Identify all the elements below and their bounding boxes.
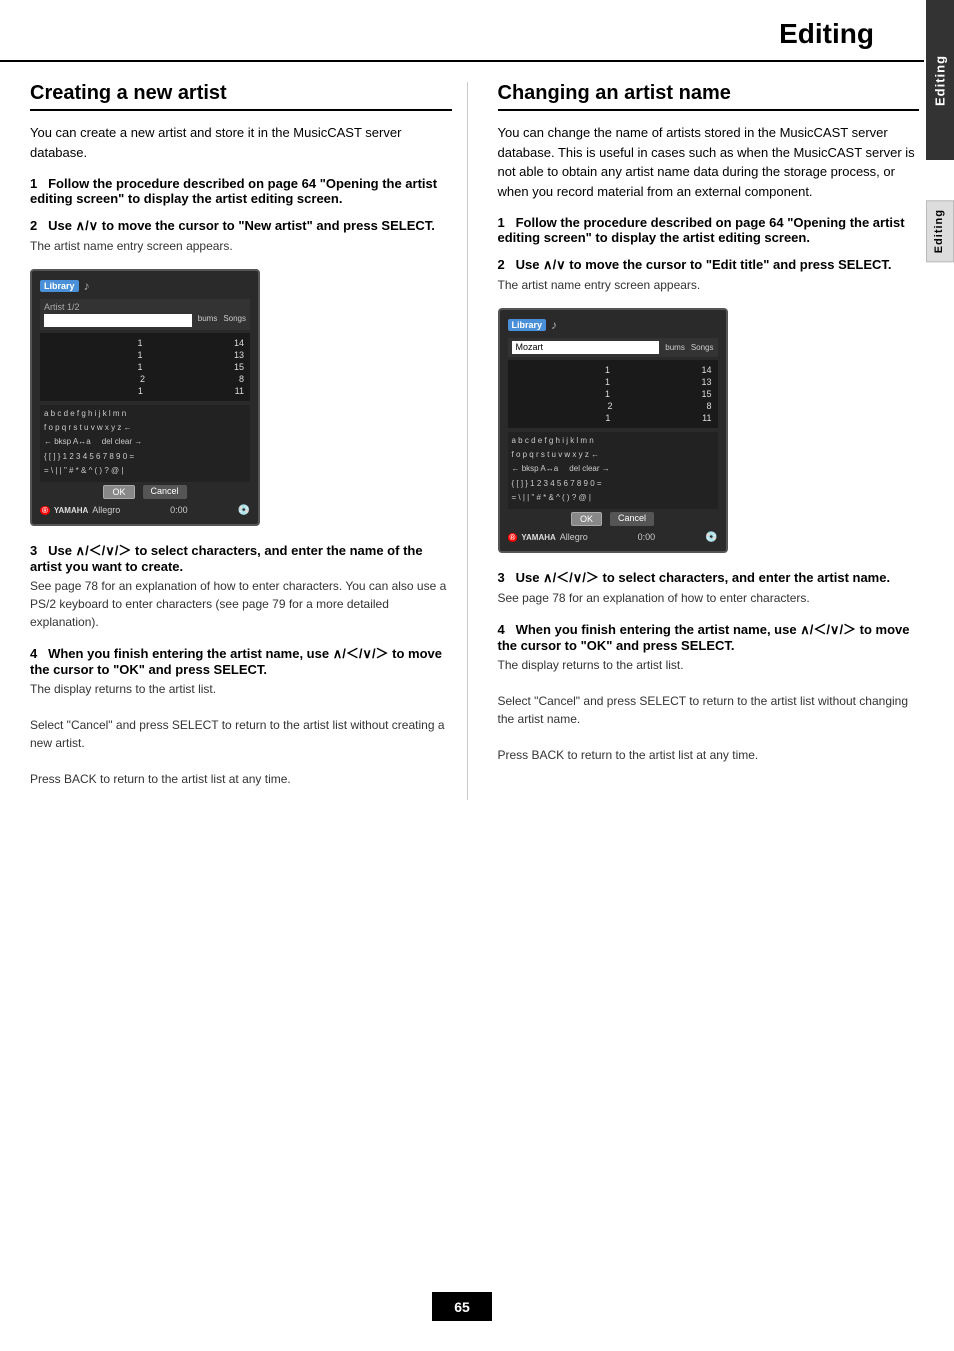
left-list-row-2: 113 (44, 349, 246, 361)
right-screen-list: 114 113 115 28 111 (508, 360, 718, 428)
left-step-1-number: 1 (30, 176, 44, 191)
right-time-display: 0:00 (638, 532, 656, 542)
right-screen-col-headers: bums Songs (665, 343, 713, 352)
left-step-2: 2 Use ∧/∨ to move the cursor to "New art… (30, 218, 452, 255)
right-step-1-title: Follow the procedure described on page 6… (498, 215, 905, 245)
left-list-row-1: 114 (44, 337, 246, 349)
right-step-3-desc: See page 78 for an explanation of how to… (498, 589, 920, 607)
right-step-1-number: 1 (498, 215, 512, 230)
left-yamaha-logo: YAMAHA (54, 506, 88, 515)
left-screen-music-icon: ♪ (84, 279, 90, 293)
left-cancel-button[interactable]: Cancel (143, 485, 187, 499)
left-step-2-desc: The artist name entry screen appears. (30, 237, 452, 255)
editing-tab: Editing (926, 0, 954, 160)
left-step-4-desc: The display returns to the artist list.S… (30, 680, 452, 788)
right-list-row-3: 115 (512, 388, 714, 400)
left-step-3-number: 3 (30, 543, 44, 558)
left-ok-button[interactable]: OK (103, 485, 134, 499)
right-column: Changing an artist name You can change t… (488, 82, 920, 800)
left-step-2-number: 2 (30, 218, 44, 233)
left-column: Creating a new artist You can create a n… (30, 82, 468, 800)
left-screen-input (44, 314, 192, 327)
right-list-row-4: 28 (512, 400, 714, 412)
right-step-2-number: 2 (498, 257, 512, 272)
left-intro: You can create a new artist and store it… (30, 123, 452, 162)
left-list-row-5: 111 (44, 385, 246, 397)
right-char-row-4: { [ ] } 1 2 3 4 5 6 7 8 9 0 = (512, 478, 714, 489)
right-screen-input: Mozart (512, 341, 660, 354)
right-step-2-title: Use ∧/∨ to move the cursor to "Edit titl… (516, 257, 892, 272)
left-char-row-5: = \ | | " # * & ^ ( ) ? @ | (44, 465, 246, 476)
left-char-row-4: { [ ] } 1 2 3 4 5 6 7 8 9 0 = (44, 451, 246, 462)
right-step-3: 3 Use ∧/＜/∨/＞ to select characters, and … (498, 567, 920, 607)
left-step-4-title: When you finish entering the artist name… (30, 646, 442, 677)
left-screen-col-headers: bums Songs (198, 314, 246, 327)
right-step-3-number: 3 (498, 570, 512, 585)
right-section-title: Changing an artist name (498, 82, 920, 111)
right-model-label: Allegro (560, 532, 588, 542)
left-step-3-desc: See page 78 for an explanation of how to… (30, 577, 452, 631)
left-model-label: Allegro (92, 505, 120, 515)
right-screen-music-icon: ♪ (551, 318, 557, 332)
left-screen-list: 114 113 115 28 111 (40, 333, 250, 401)
right-list-row-1: 114 (512, 364, 714, 376)
left-screen-logo: Library (40, 280, 79, 292)
left-step-2-title: Use ∧/∨ to move the cursor to "New artis… (48, 218, 435, 233)
page-title: Editing (0, 0, 924, 62)
right-screen-logo: Library (508, 319, 547, 331)
right-step-3-title: Use ∧/＜/∨/＞ to select characters, and en… (516, 570, 891, 585)
right-step-1: 1 Follow the procedure described on page… (498, 215, 920, 245)
right-disc-icon: 💿 (705, 532, 717, 543)
page-number: 65 (432, 1292, 492, 1321)
right-step-4-title: When you finish entering the artist name… (498, 622, 910, 653)
left-char-row-2: f o p q r s t u v w x y z ← (44, 422, 246, 433)
right-step-2: 2 Use ∧/∨ to move the cursor to "Edit ti… (498, 257, 920, 294)
left-disc-icon: 💿 (238, 505, 250, 516)
right-char-row-5: = \ | | " # * & ^ ( ) ? @ | (512, 492, 714, 503)
left-screen-input-label: Artist 1/2 (44, 302, 246, 312)
left-step-3: 3 Use ∧/＜/∨/＞ to select characters, and … (30, 540, 452, 631)
left-list-row-3: 115 (44, 361, 246, 373)
left-char-row-3: ← bksp A↔a del clear → (44, 436, 246, 447)
right-step-2-desc: The artist name entry screen appears. (498, 276, 920, 294)
right-sidebar-editing-label: Editing (926, 200, 954, 262)
left-section-title: Creating a new artist (30, 82, 452, 111)
right-char-row-2: f o p q r s t u v w x y z ← (512, 449, 714, 460)
left-screen-bottom: ® YAMAHA Allegro 0:00 💿 (40, 505, 250, 516)
left-time-display: 0:00 (170, 505, 188, 515)
right-step-4-desc: The display returns to the artist list.S… (498, 656, 920, 764)
right-screen-buttons: OK Cancel (508, 512, 718, 526)
left-screen-buttons: OK Cancel (40, 485, 250, 499)
right-step-4: 4 When you finish entering the artist na… (498, 619, 920, 764)
right-step-4-number: 4 (498, 622, 512, 637)
right-intro: You can change the name of artists store… (498, 123, 920, 201)
right-ok-button[interactable]: OK (571, 512, 602, 526)
left-step-1-title: Follow the procedure described on page 6… (30, 176, 437, 206)
left-screen-mockup: Library ♪ Artist 1/2 bums Songs 114 113 … (30, 269, 260, 526)
left-step-4-number: 4 (30, 646, 44, 661)
right-yamaha-logo: YAMAHA (521, 533, 555, 542)
left-list-row-4: 28 (44, 373, 246, 385)
right-list-row-2: 113 (512, 376, 714, 388)
left-step-3-title: Use ∧/＜/∨/＞ to select characters, and en… (30, 543, 423, 574)
left-step-4: 4 When you finish entering the artist na… (30, 643, 452, 788)
right-screen-bottom: ® YAMAHA Allegro 0:00 💿 (508, 532, 718, 543)
right-char-row-3: ← bksp A↔a del clear → (512, 463, 714, 474)
right-char-row-1: a b c d e f g h i j k l m n (512, 435, 714, 446)
page-footer: 65 (0, 1272, 924, 1321)
right-list-row-5: 111 (512, 412, 714, 424)
right-screen-mockup: Library ♪ Mozart bums Songs 114 113 115 … (498, 308, 728, 553)
left-step-1: 1 Follow the procedure described on page… (30, 176, 452, 206)
right-cancel-button[interactable]: Cancel (610, 512, 654, 526)
left-char-row-1: a b c d e f g h i j k l m n (44, 408, 246, 419)
